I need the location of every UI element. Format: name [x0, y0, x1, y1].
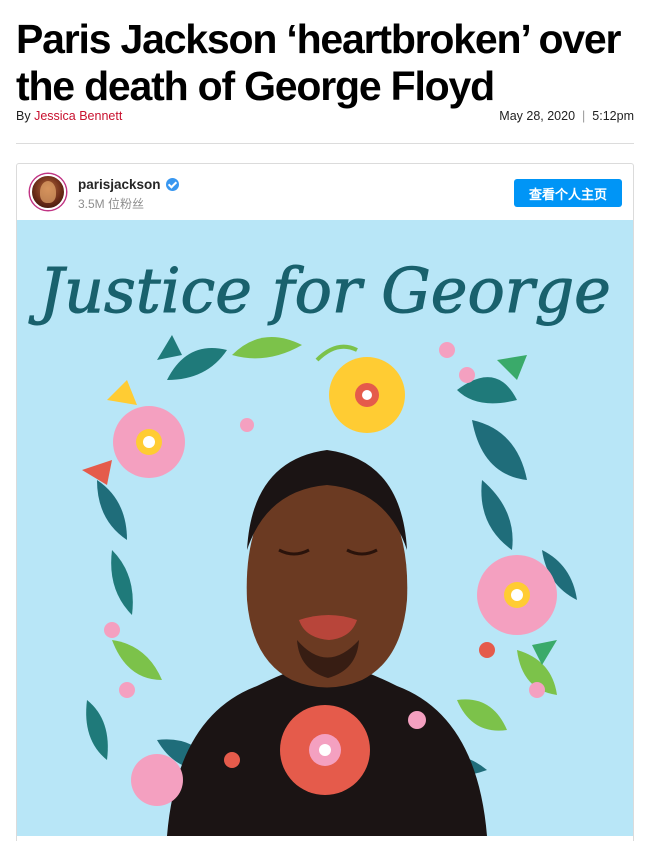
account-info: parisjackson 3.5M 位粉丝 [78, 177, 179, 212]
follower-count: 3.5M 位粉丝 [78, 197, 145, 211]
username[interactable]: parisjackson [78, 177, 161, 192]
byline: By Jessica Bennett [16, 109, 122, 125]
avatar[interactable] [30, 174, 66, 210]
publish-time: 5:12pm [592, 109, 634, 123]
embed-header: parisjackson 3.5M 位粉丝 查看个人主页 [17, 164, 633, 220]
instagram-embed: parisjackson 3.5M 位粉丝 查看个人主页 Justice for… [16, 163, 634, 841]
dateline: May 28, 2020 | 5:12pm [499, 109, 634, 125]
author-link[interactable]: Jessica Bennett [34, 109, 122, 123]
justice-for-george-illustration: Justice for George [17, 220, 633, 836]
verified-badge-icon [165, 178, 179, 191]
view-profile-button[interactable]: 查看个人主页 [514, 179, 622, 207]
username-row: parisjackson [78, 177, 179, 192]
date-separator: | [582, 109, 586, 123]
divider [16, 143, 634, 144]
publish-date: May 28, 2020 [499, 109, 576, 123]
article-meta: By Jessica Bennett May 28, 2020 | 5:12pm [16, 109, 634, 125]
article-headline: Paris Jackson ‘heartbroken’ over the dea… [16, 16, 621, 109]
byline-prefix: By [16, 109, 35, 123]
illustration-title: Justice for George [28, 254, 611, 327]
post-image[interactable]: Justice for George [17, 220, 633, 836]
